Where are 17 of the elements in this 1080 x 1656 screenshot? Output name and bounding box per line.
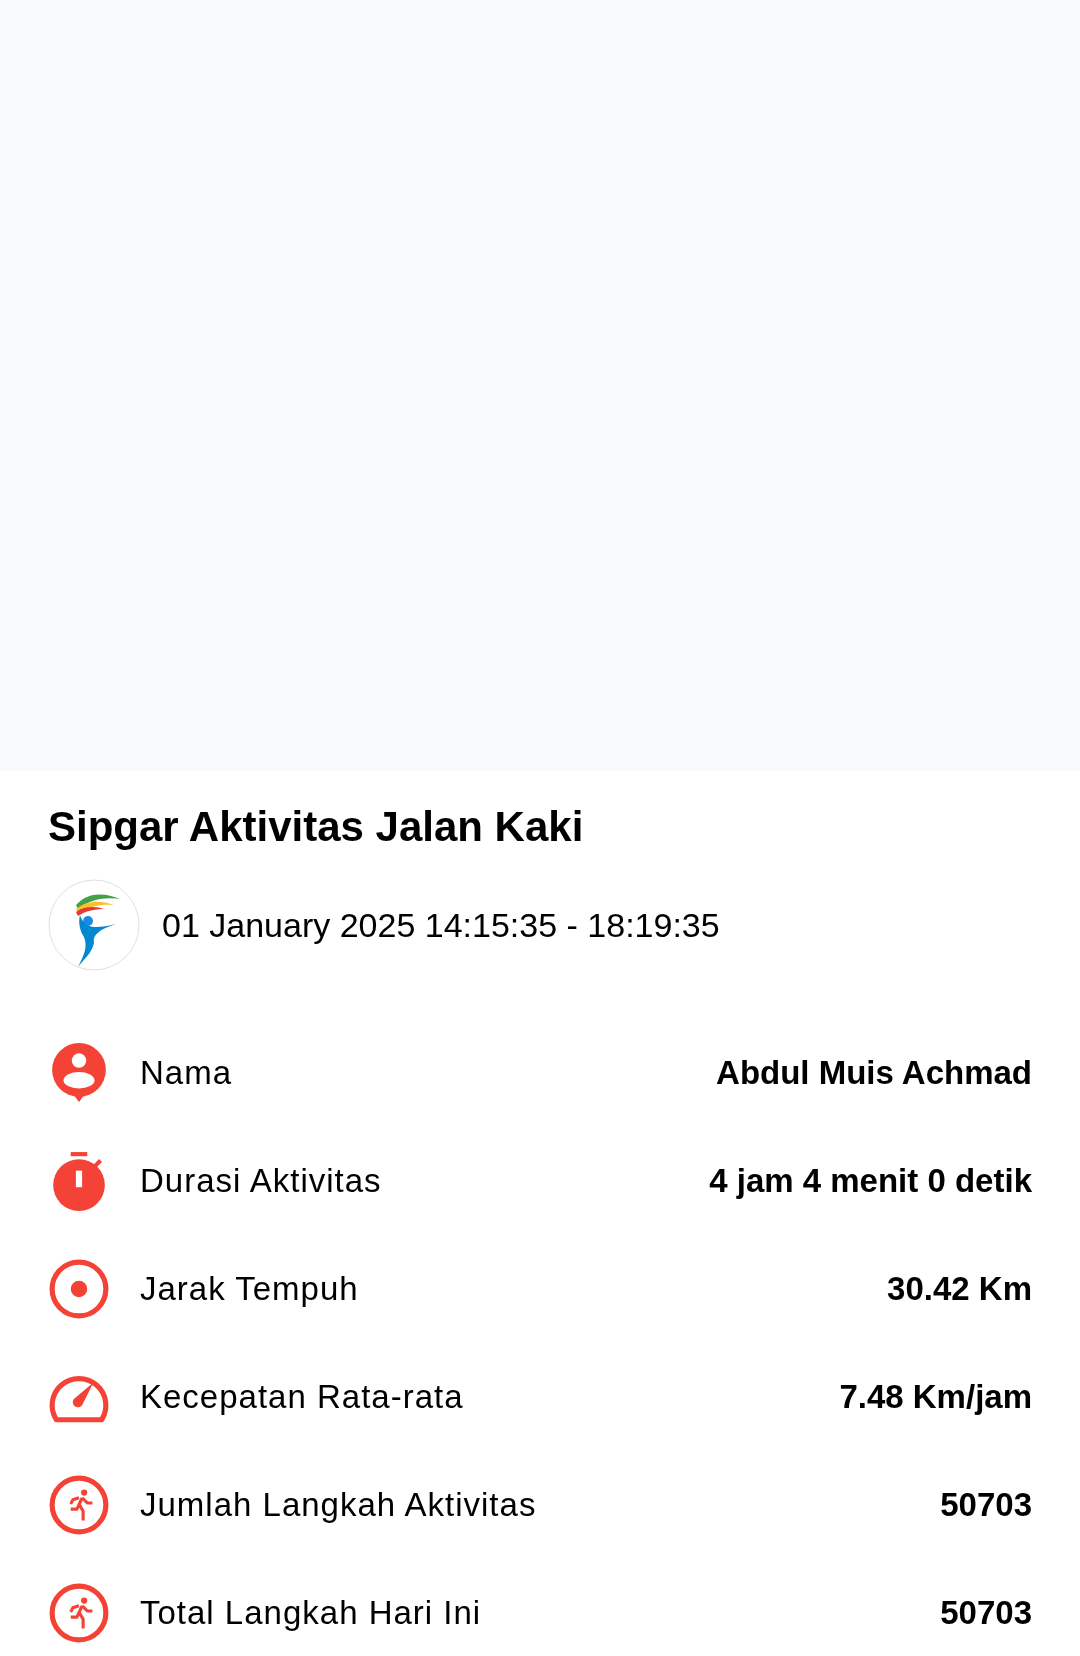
stat-label: Jumlah Langkah Aktivitas [140,1485,537,1526]
stat-label: Nama [140,1053,233,1094]
runner-icon [48,1474,110,1536]
date-range: 01 January 2025 14:15:35 - 18:19:35 [162,904,720,946]
stat-label: Durasi Aktivitas [140,1161,382,1202]
stat-label: Kecepatan Rata-rata [140,1377,464,1418]
activity-title: Sipgar Aktivitas Jalan Kaki [48,802,585,852]
stat-value: 30.42 Km [887,1269,1032,1310]
runner-icon [48,1582,110,1644]
stat-label: Total Langkah Hari Ini [140,1593,482,1634]
target-icon [48,1258,110,1320]
stat-value: 50703 [940,1485,1032,1526]
stat-value: 50703 [940,1593,1032,1634]
stat-label: Jarak Tempuh [140,1269,359,1310]
stat-value: Abdul Muis Achmad [716,1053,1032,1094]
stat-value: 4 jam 4 menit 0 detik [709,1161,1032,1202]
stat-value: 7.48 Km/jam [839,1377,1032,1418]
